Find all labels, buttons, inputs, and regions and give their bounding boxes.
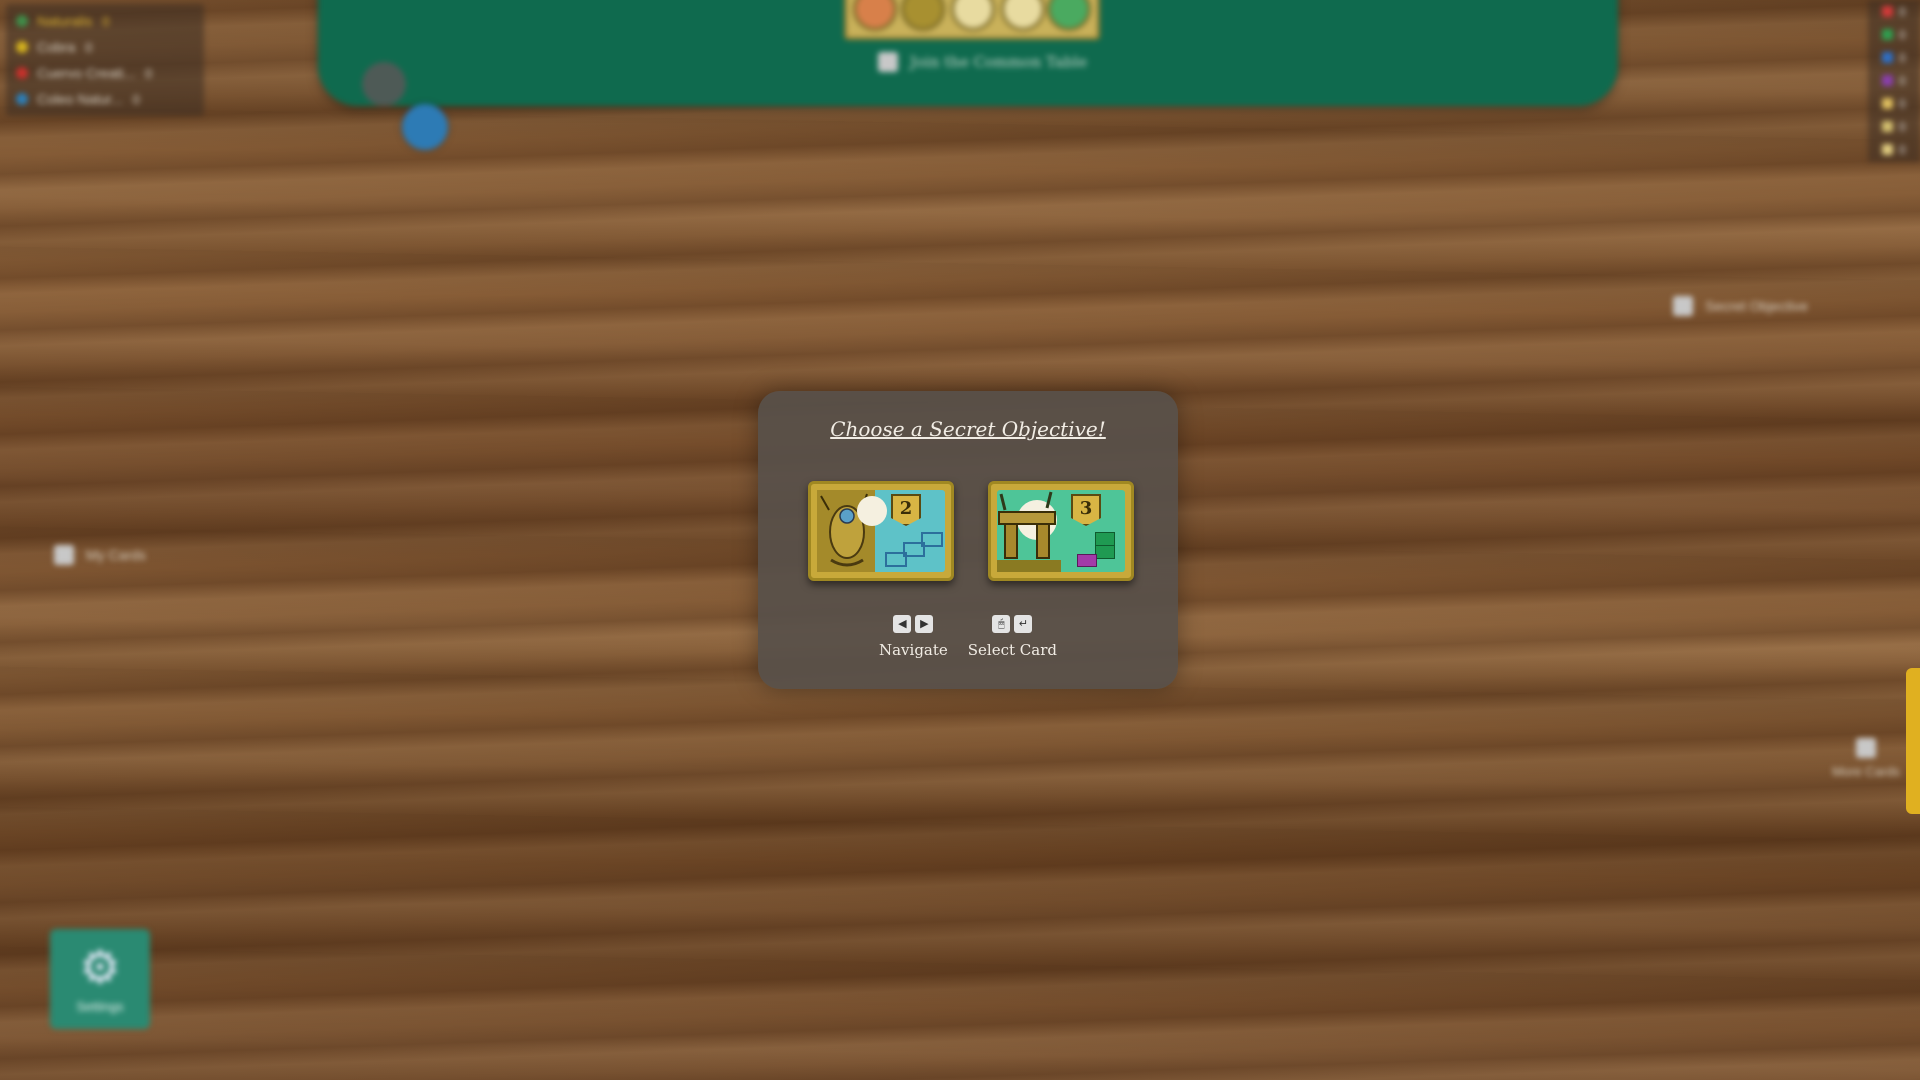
key-hint-icon bbox=[878, 52, 898, 72]
settings-button[interactable]: ⚙ Settings bbox=[50, 929, 150, 1029]
settings-label: Settings bbox=[76, 999, 124, 1014]
resource-value: 0 bbox=[1899, 50, 1906, 65]
resource-strip: 0 0 0 0 0 0 0 bbox=[1868, 0, 1920, 162]
resource-value: 0 bbox=[1899, 73, 1906, 88]
resource-value: 0 bbox=[1899, 142, 1906, 157]
select-keys: 🖱 ↵ bbox=[968, 615, 1057, 633]
resource-row: 0 bbox=[1868, 92, 1920, 115]
player-list: Naturalis 0 Cobra 0 Cuervo Creati... 0 C… bbox=[6, 4, 204, 116]
pattern-tile bbox=[1095, 545, 1115, 559]
pattern-tile bbox=[1077, 554, 1097, 567]
player-name: Cobra bbox=[37, 39, 76, 55]
blue-gem-icon bbox=[1882, 52, 1893, 63]
objective-card[interactable]: 3 bbox=[988, 481, 1134, 581]
player-count: 0 bbox=[85, 39, 93, 55]
moon-icon bbox=[857, 496, 887, 526]
key-hint-icon bbox=[1856, 738, 1877, 758]
my-cards-label: My Cards bbox=[86, 547, 146, 563]
navigate-label: Navigate bbox=[878, 641, 948, 659]
player-count: 0 bbox=[132, 91, 140, 107]
green-gem-icon bbox=[1882, 29, 1893, 40]
resource-row: 0 bbox=[1868, 115, 1920, 138]
join-common-table-label: Join the Common Table bbox=[910, 53, 1088, 71]
dialog-title: Choose a Secret Objective! bbox=[830, 417, 1106, 441]
quill-icon bbox=[1882, 121, 1893, 132]
secret-objective-label: Secret Objective bbox=[1705, 298, 1808, 314]
enter-key-icon[interactable]: ↵ bbox=[1014, 615, 1033, 633]
pattern-tile bbox=[1095, 532, 1115, 546]
player-count: 0 bbox=[102, 13, 110, 29]
resource-row: 0 bbox=[1868, 23, 1920, 46]
secret-objective-dialog: Choose a Secret Objective! 2 3 ◀ ▶ Navig… bbox=[758, 391, 1178, 689]
points-badge: 3 bbox=[1071, 494, 1101, 526]
points-badge: 2 bbox=[891, 494, 921, 526]
mouse-icon: 🖱 bbox=[992, 615, 1011, 633]
track-slot bbox=[1047, 0, 1091, 31]
player-color-dot bbox=[16, 93, 28, 105]
track-slot bbox=[853, 0, 897, 31]
resource-row: 0 bbox=[1868, 138, 1920, 161]
dolmen-icon bbox=[997, 490, 1061, 572]
select-card-hint: 🖱 ↵ Select Card bbox=[968, 615, 1057, 659]
common-table: Join the Common Table bbox=[318, 0, 1618, 106]
objective-card[interactable]: 2 bbox=[808, 481, 954, 581]
player-name: Naturalis bbox=[37, 13, 93, 29]
navigate-hint: ◀ ▶ Navigate bbox=[879, 615, 948, 659]
player-color-dot bbox=[16, 41, 28, 53]
gray-token bbox=[362, 62, 406, 106]
red-gem-icon bbox=[1882, 6, 1893, 17]
join-common-table[interactable]: Join the Common Table bbox=[878, 52, 1087, 72]
feather-icon bbox=[1882, 98, 1893, 109]
card-face: 3 bbox=[997, 490, 1125, 572]
key-hint-icon bbox=[54, 545, 74, 565]
arrow-right-icon[interactable]: ▶ bbox=[915, 615, 934, 633]
resource-value: 0 bbox=[1899, 27, 1906, 42]
player-row[interactable]: Naturalis 0 bbox=[6, 8, 204, 34]
select-card-label: Select Card bbox=[967, 641, 1057, 659]
scroll-icon bbox=[1882, 144, 1893, 155]
resource-value: 0 bbox=[1899, 96, 1906, 111]
card-face: 2 bbox=[817, 490, 945, 572]
player-count: 0 bbox=[145, 65, 153, 81]
player-color-dot bbox=[16, 15, 28, 27]
gear-icon: ⚙ bbox=[79, 941, 121, 993]
blue-token[interactable] bbox=[402, 104, 448, 150]
round-track bbox=[844, 0, 1100, 40]
more-cards-label: More Cards bbox=[1832, 764, 1900, 779]
control-hints: ◀ ▶ Navigate 🖱 ↵ Select Card bbox=[758, 615, 1178, 659]
more-cards-toggle[interactable]: More Cards bbox=[1832, 738, 1900, 779]
resource-row: 0 bbox=[1868, 46, 1920, 69]
player-color-dot bbox=[16, 67, 28, 79]
player-name: Cuervo Creati... bbox=[37, 65, 136, 81]
resource-row: 0 bbox=[1868, 0, 1920, 23]
player-name: Coleo Natur... bbox=[37, 91, 123, 107]
secret-objective-toggle[interactable]: Secret Objective bbox=[1673, 296, 1808, 316]
key-hint-icon bbox=[1673, 296, 1694, 316]
purple-gem-icon bbox=[1882, 75, 1893, 86]
my-cards-toggle[interactable]: My Cards bbox=[54, 545, 146, 565]
navigate-keys: ◀ ▶ bbox=[879, 615, 948, 633]
resource-value: 0 bbox=[1899, 119, 1906, 134]
resource-row: 0 bbox=[1868, 69, 1920, 92]
track-slot bbox=[901, 0, 945, 31]
player-row[interactable]: Coleo Natur... 0 bbox=[6, 86, 204, 112]
track-slot bbox=[951, 0, 995, 31]
player-row[interactable]: Cobra 0 bbox=[6, 34, 204, 60]
side-drawer-tab[interactable] bbox=[1906, 668, 1920, 814]
arrow-left-icon[interactable]: ◀ bbox=[893, 615, 912, 633]
resource-value: 0 bbox=[1899, 4, 1906, 19]
player-row[interactable]: Cuervo Creati... 0 bbox=[6, 60, 204, 86]
track-slot bbox=[1001, 0, 1045, 31]
pattern-tile bbox=[885, 552, 907, 567]
